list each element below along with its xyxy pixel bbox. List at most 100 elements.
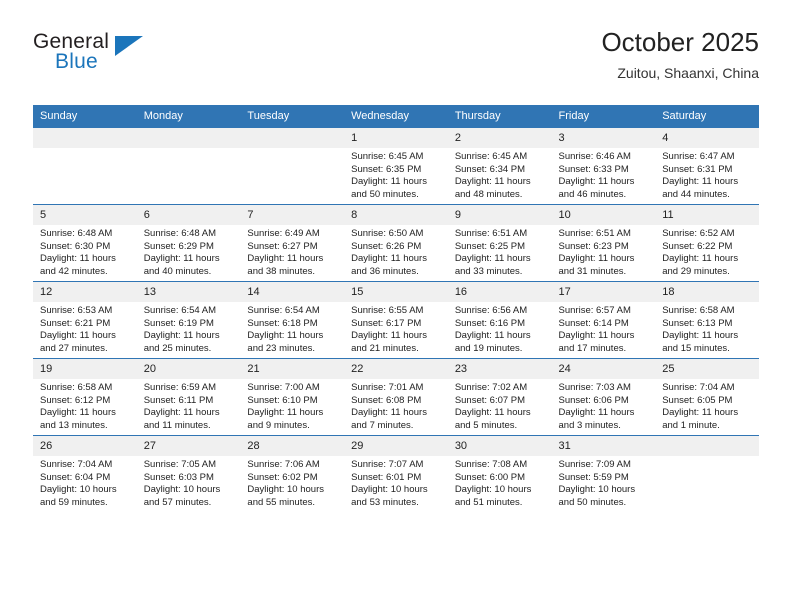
daylight-text-line2: and 31 minutes.: [558, 265, 627, 277]
day-details: Sunrise: 6:51 AM Sunset: 6:23 PM Daylight:…: [552, 225, 656, 278]
page-header: General Blue October 2025 Zuitou, Shaanx…: [33, 26, 759, 98]
sunset-text: Sunset: 6:21 PM: [40, 317, 111, 329]
sunrise-text: Sunrise: 7:07 AM: [351, 459, 424, 470]
calendar-day-cell[interactable]: 21 Sunrise: 7:00 AM Sunset: 6:10 PM Dayligh…: [240, 358, 345, 436]
daylight-text-line2: and 9 minutes.: [247, 419, 310, 431]
day-number: 30: [447, 436, 552, 456]
calendar-day-cell[interactable]: 1 Sunrise: 6:45 AM Sunset: 6:35 PM Daylight…: [344, 127, 448, 205]
calendar-day-cell-empty: [655, 435, 759, 512]
brand-name-blue: Blue: [55, 50, 98, 73]
daylight-text-line1: Daylight: 11 hours: [40, 253, 116, 265]
calendar-day-cell[interactable]: 5 Sunrise: 6:48 AM Sunset: 6:30 PM Daylight…: [33, 204, 137, 282]
sunset-text: Sunset: 6:18 PM: [247, 317, 318, 329]
sunrise-text: Sunrise: 7:03 AM: [558, 382, 631, 393]
sunset-text: Sunset: 6:11 PM: [143, 394, 214, 406]
daylight-text-line1: Daylight: 11 hours: [662, 330, 739, 342]
day-number: 27: [136, 436, 241, 456]
calendar-day-cell[interactable]: 14 Sunrise: 6:54 AM Sunset: 6:18 PM Dayligh…: [240, 281, 345, 359]
daylight-text-line2: and 15 minutes.: [662, 342, 730, 354]
sunrise-text: Sunrise: 6:50 AM: [351, 228, 424, 239]
day-details: Sunrise: 6:58 AM Sunset: 6:12 PM Daylight:…: [33, 379, 137, 432]
sunrise-text: Sunrise: 6:48 AM: [143, 228, 217, 239]
calendar-day-cell[interactable]: 15 Sunrise: 6:55 AM Sunset: 6:17 PM Dayligh…: [344, 281, 448, 359]
calendar-day-cell[interactable]: 27 Sunrise: 7:05 AM Sunset: 6:03 PM Dayligh…: [136, 435, 241, 512]
sunset-text: Sunset: 6:08 PM: [351, 394, 422, 406]
calendar-day-cell[interactable]: 7 Sunrise: 6:49 AM Sunset: 6:27 PM Daylight…: [240, 204, 345, 282]
calendar-day-cell[interactable]: 3 Sunrise: 6:46 AM Sunset: 6:33 PM Daylight…: [551, 127, 656, 205]
sunset-text: Sunset: 6:03 PM: [143, 471, 214, 483]
sunset-text: Sunset: 6:06 PM: [558, 394, 629, 406]
calendar-day-cell[interactable]: 25 Sunrise: 7:04 AM Sunset: 6:05 PM Dayligh…: [655, 358, 759, 436]
day-number: [33, 128, 137, 148]
daylight-text-line1: Daylight: 11 hours: [247, 253, 324, 265]
daylight-text-line2: and 44 minutes.: [662, 188, 730, 200]
daylight-text-line1: Daylight: 11 hours: [558, 253, 635, 265]
sunrise-text: Sunrise: 7:02 AM: [454, 382, 528, 393]
calendar-day-cell-empty: [240, 127, 345, 205]
calendar-day-cell[interactable]: 4 Sunrise: 6:47 AM Sunset: 6:31 PM Daylight…: [655, 127, 759, 205]
daylight-text-line2: and 21 minutes.: [351, 342, 419, 354]
calendar-day-cell[interactable]: 30 Sunrise: 7:08 AM Sunset: 6:00 PM Dayligh…: [447, 435, 552, 512]
calendar-day-cell[interactable]: 11 Sunrise: 6:52 AM Sunset: 6:22 PM Dayligh…: [655, 204, 759, 282]
calendar-day-cell[interactable]: 20 Sunrise: 6:59 AM Sunset: 6:11 PM Dayligh…: [136, 358, 241, 436]
sunrise-text: Sunrise: 6:46 AM: [558, 151, 631, 162]
calendar-day-cell[interactable]: 9 Sunrise: 6:51 AM Sunset: 6:25 PM Daylight…: [447, 204, 552, 282]
calendar-day-cell[interactable]: 18 Sunrise: 6:58 AM Sunset: 6:13 PM Dayligh…: [655, 281, 759, 359]
calendar-day-cell[interactable]: 8 Sunrise: 6:50 AM Sunset: 6:26 PM Daylight…: [344, 204, 448, 282]
brand-logo[interactable]: General Blue: [33, 30, 233, 90]
sunset-text: Sunset: 6:34 PM: [454, 163, 526, 175]
sunrise-text: Sunrise: 7:04 AM: [662, 382, 735, 393]
calendar-page: General Blue October 2025 Zuitou, Shaanx…: [0, 0, 792, 612]
calendar-day-cell[interactable]: 17 Sunrise: 6:57 AM Sunset: 6:14 PM Dayligh…: [551, 281, 656, 359]
weekday-headers: Sunday Monday Tuesday Wednesday Thursday Frid…: [33, 105, 759, 128]
daylight-text-line2: and 57 minutes.: [143, 496, 212, 508]
sunset-text: Sunset: 6:26 PM: [351, 240, 422, 252]
calendar-header-row: Sunday Monday Tuesday Wednesday Thursday Frid…: [33, 105, 759, 128]
day-number: 25: [655, 359, 759, 379]
calendar-week-row: 5 Sunrise: 6:48 AM Sunset: 6:30 PM Daylight…: [33, 204, 759, 282]
day-details: Sunrise: 6:58 AM Sunset: 6:13 PM Daylight:…: [655, 302, 759, 355]
daylight-text-line2: and 17 minutes.: [558, 342, 627, 354]
day-details: Sunrise: 7:05 AM Sunset: 6:03 PM Daylight:…: [137, 456, 241, 509]
calendar-day-cell[interactable]: 2 Sunrise: 6:45 AM Sunset: 6:34 PM Daylight…: [447, 127, 552, 205]
day-details: Sunrise: 6:48 AM Sunset: 6:30 PM Daylight:…: [33, 225, 137, 278]
daylight-text-line1: Daylight: 10 hours: [143, 484, 221, 496]
sunrise-text: Sunrise: 6:58 AM: [40, 382, 113, 393]
calendar-day-cell[interactable]: 29 Sunrise: 7:07 AM Sunset: 6:01 PM Dayligh…: [344, 435, 448, 512]
sunset-text: Sunset: 6:13 PM: [662, 317, 733, 329]
calendar-day-cell[interactable]: 16 Sunrise: 6:56 AM Sunset: 6:16 PM Dayligh…: [447, 281, 552, 359]
day-details: Sunrise: 7:06 AM Sunset: 6:02 PM Daylight:…: [240, 456, 344, 509]
day-number: 3: [551, 128, 656, 148]
sunset-text: Sunset: 6:04 PM: [40, 471, 111, 483]
day-number: 21: [240, 359, 345, 379]
daylight-text-line1: Daylight: 11 hours: [351, 253, 427, 265]
calendar-day-cell[interactable]: 23 Sunrise: 7:02 AM Sunset: 6:07 PM Dayligh…: [447, 358, 552, 436]
sunrise-text: Sunrise: 7:08 AM: [454, 459, 528, 470]
sunset-text: Sunset: 6:07 PM: [454, 394, 526, 406]
sunrise-text: Sunrise: 6:45 AM: [351, 151, 424, 162]
calendar-body: 1 Sunrise: 6:45 AM Sunset: 6:35 PM Daylight…: [33, 127, 759, 512]
day-number: 8: [344, 205, 448, 225]
calendar-day-cell[interactable]: 26 Sunrise: 7:04 AM Sunset: 6:04 PM Dayligh…: [33, 435, 137, 512]
day-number: 12: [33, 282, 137, 302]
calendar-day-cell[interactable]: 19 Sunrise: 6:58 AM Sunset: 6:12 PM Dayligh…: [33, 358, 137, 436]
calendar-day-cell[interactable]: 22 Sunrise: 7:01 AM Sunset: 6:08 PM Dayligh…: [344, 358, 448, 436]
calendar-day-cell-empty: [33, 127, 137, 205]
calendar-day-cell[interactable]: 6 Sunrise: 6:48 AM Sunset: 6:29 PM Daylight…: [136, 204, 241, 282]
weekday-header-tuesday: Tuesday: [240, 105, 345, 128]
calendar-grid: Sunday Monday Tuesday Wednesday Thursday Frid…: [33, 105, 759, 512]
day-details: Sunrise: 6:51 AM Sunset: 6:25 PM Daylight:…: [448, 225, 552, 278]
sunrise-text: Sunrise: 6:55 AM: [351, 305, 424, 316]
calendar-day-cell-empty: [136, 127, 241, 205]
weekday-header-thursday: Thursday: [447, 105, 552, 128]
calendar-day-cell[interactable]: 28 Sunrise: 7:06 AM Sunset: 6:02 PM Dayligh…: [240, 435, 345, 512]
sunset-text: Sunset: 6:10 PM: [247, 394, 318, 406]
sunset-text: Sunset: 6:30 PM: [40, 240, 111, 252]
daylight-text-line2: and 50 minutes.: [351, 188, 419, 200]
calendar-day-cell[interactable]: 10 Sunrise: 6:51 AM Sunset: 6:23 PM Dayligh…: [551, 204, 656, 282]
calendar-day-cell[interactable]: 13 Sunrise: 6:54 AM Sunset: 6:19 PM Dayligh…: [136, 281, 241, 359]
calendar-day-cell[interactable]: 12 Sunrise: 6:53 AM Sunset: 6:21 PM Dayligh…: [33, 281, 137, 359]
day-details: Sunrise: 6:47 AM Sunset: 6:31 PM Daylight:…: [655, 148, 759, 201]
calendar-day-cell[interactable]: 24 Sunrise: 7:03 AM Sunset: 6:06 PM Dayligh…: [551, 358, 656, 436]
calendar-day-cell[interactable]: 31 Sunrise: 7:09 AM Sunset: 5:59 PM Dayligh…: [551, 435, 656, 512]
